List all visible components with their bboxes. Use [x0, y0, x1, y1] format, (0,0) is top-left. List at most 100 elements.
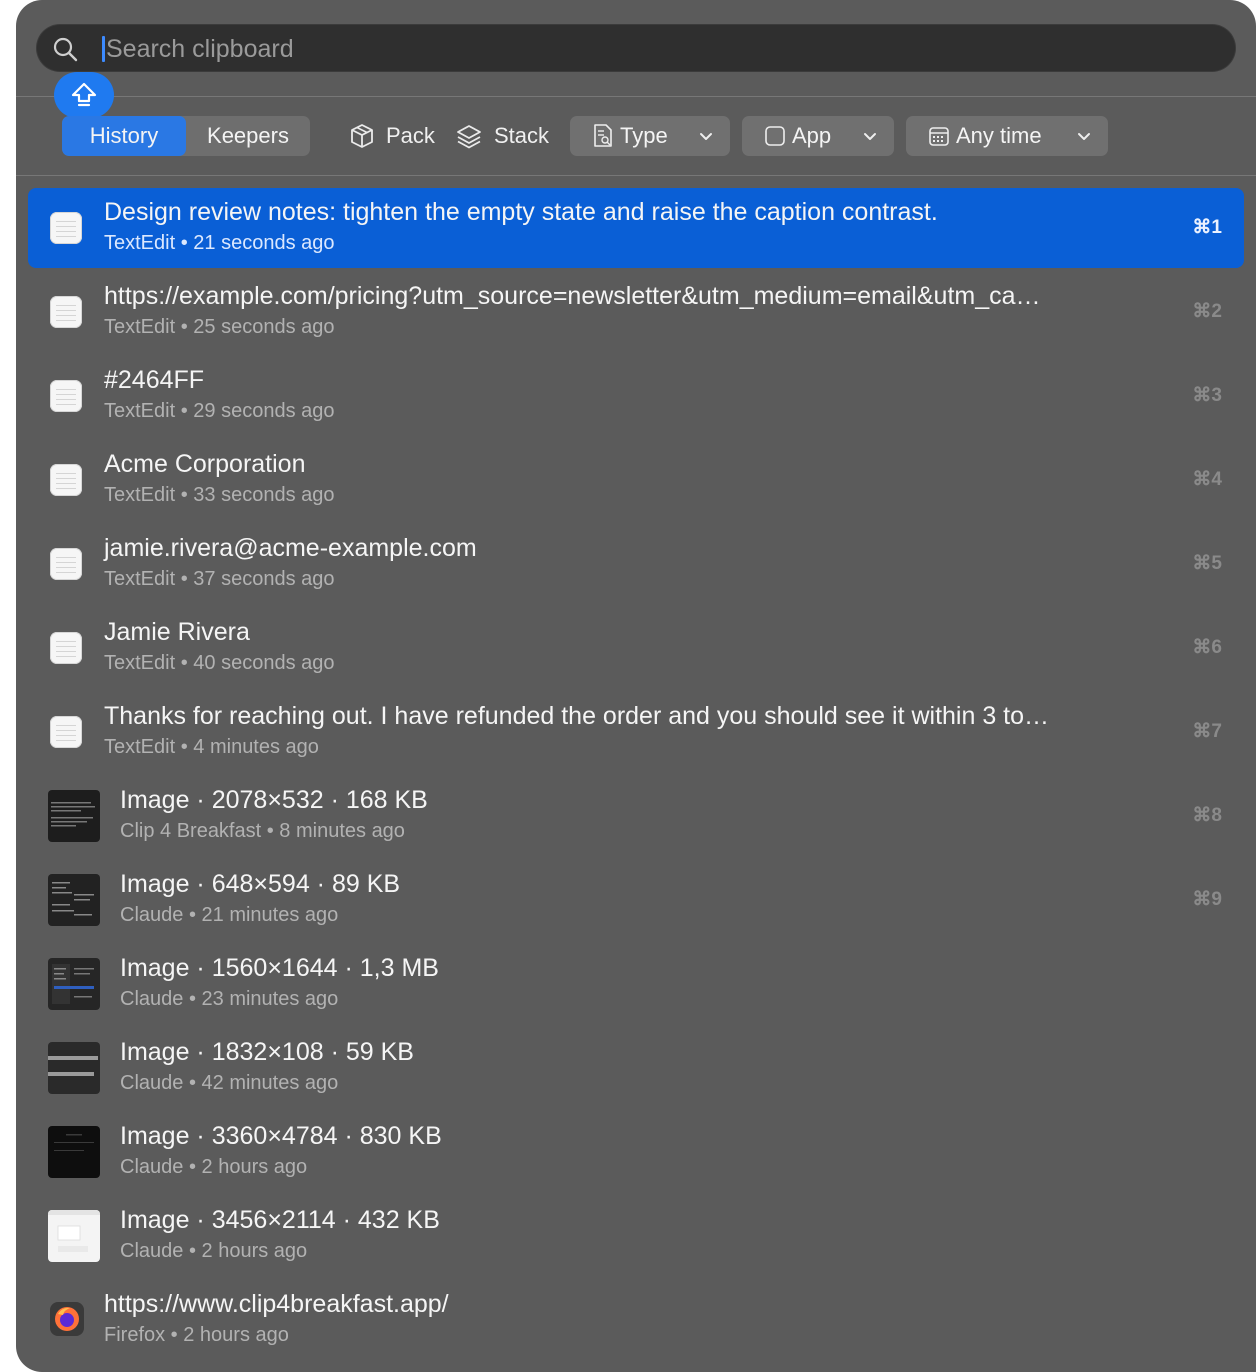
item-title: Jamie Rivera	[104, 618, 250, 646]
pack-button[interactable]: Pack	[350, 116, 435, 156]
item-meta: Claude • 2 hours ago	[120, 1156, 308, 1178]
item-app: TextEdit	[104, 316, 176, 338]
type-filter-label: Type	[620, 123, 668, 148]
clipboard-item[interactable]: Image · 1560×1644 · 1,3 MB Claude • 23 m…	[28, 944, 1244, 1024]
item-time: 40 seconds ago	[193, 652, 335, 674]
item-app: TextEdit	[104, 400, 176, 422]
view-segmented-control: History Keepers	[62, 116, 310, 156]
item-time: 42 minutes ago	[201, 1072, 339, 1094]
clipboard-item[interactable]: Image · 1832×108 · 59 KB Claude • 42 min…	[28, 1028, 1244, 1108]
item-shortcut: ⌘7	[1192, 721, 1222, 742]
item-app: Claude	[120, 988, 184, 1010]
search-bar[interactable]	[36, 24, 1236, 72]
item-app: Firefox	[104, 1324, 166, 1346]
time-filter-label: Any time	[956, 123, 1042, 148]
item-meta: TextEdit • 33 seconds ago	[104, 484, 335, 506]
image-thumbnail	[48, 1042, 100, 1094]
item-meta: TextEdit • 25 seconds ago	[104, 316, 335, 338]
item-time: 8 minutes ago	[279, 820, 405, 842]
item-shortcut: ⌘6	[1192, 637, 1222, 658]
item-meta: TextEdit • 40 seconds ago	[104, 652, 335, 674]
item-app: TextEdit	[104, 232, 176, 254]
item-title: Image · 1832×108 · 59 KB	[120, 1038, 414, 1066]
app-filter-label: App	[792, 123, 832, 148]
item-title: Image · 1560×1644 · 1,3 MB	[120, 954, 439, 982]
item-meta: Claude • 21 minutes ago	[120, 904, 339, 926]
item-shortcut: ⌘1	[1192, 217, 1222, 238]
item-title: Image · 648×594 · 89 KB	[120, 870, 401, 898]
item-title: Image · 3456×2114 · 432 KB	[120, 1206, 440, 1234]
clipboard-window: History Keepers Pack Stack	[16, 0, 1256, 1372]
shift-icon	[71, 82, 97, 107]
item-title: https://www.clip4breakfast.app/	[104, 1290, 449, 1318]
item-title: Image · 3360×4784 · 830 KB	[120, 1122, 442, 1150]
tab-keepers[interactable]: Keepers	[186, 116, 310, 156]
clipboard-item[interactable]: Design review notes: tighten the empty s…	[28, 188, 1244, 268]
textedit-app-icon	[50, 296, 82, 328]
item-shortcut: ⌘3	[1192, 385, 1222, 406]
chevron-down-icon	[864, 133, 876, 140]
textedit-app-icon	[50, 212, 82, 244]
item-time: 2 hours ago	[183, 1324, 289, 1346]
chevron-down-icon	[700, 133, 712, 140]
item-app: Claude	[120, 1156, 184, 1178]
item-meta: Firefox • 2 hours ago	[104, 1324, 289, 1346]
shift-button[interactable]	[54, 72, 114, 118]
type-filter-dropdown[interactable]: Type	[570, 116, 730, 156]
app-square-icon	[765, 126, 785, 146]
image-thumbnail	[48, 1210, 100, 1262]
item-time: 29 seconds ago	[193, 400, 335, 422]
item-time: 23 minutes ago	[201, 988, 339, 1010]
item-time: 25 seconds ago	[193, 316, 335, 338]
clipboard-item[interactable]: https://www.clip4breakfast.app/ Firefox …	[28, 1280, 1244, 1360]
cube-icon	[351, 124, 373, 148]
item-meta: TextEdit • 37 seconds ago	[104, 568, 335, 590]
clipboard-item[interactable]: Thanks for reaching out. I have refunded…	[28, 692, 1244, 772]
clipboard-item[interactable]: jamie.rivera@acme-example.com TextEdit •…	[28, 524, 1244, 604]
clipboard-item[interactable]: https://example.com/pricing?utm_source=n…	[28, 272, 1244, 352]
textedit-app-icon	[50, 380, 82, 412]
item-time: 21 minutes ago	[201, 904, 339, 926]
firefox-icon	[50, 1302, 84, 1336]
pack-label: Pack	[386, 123, 435, 148]
item-meta: Claude • 23 minutes ago	[120, 988, 339, 1010]
item-app: TextEdit	[104, 568, 176, 590]
app-filter-dropdown[interactable]: App	[742, 116, 894, 156]
clipboard-item[interactable]: Jamie Rivera TextEdit • 40 seconds ago ⌘…	[28, 608, 1244, 688]
item-shortcut: ⌘2	[1192, 301, 1222, 322]
item-shortcut: ⌘8	[1192, 805, 1222, 826]
search-input[interactable]	[104, 30, 1208, 68]
item-title: Acme Corporation	[104, 450, 306, 478]
item-meta: Clip 4 Breakfast • 8 minutes ago	[120, 820, 405, 842]
item-app: Claude	[120, 904, 184, 926]
clipboard-item[interactable]: Image · 2078×532 · 168 KB Clip 4 Breakfa…	[28, 776, 1244, 856]
item-app: TextEdit	[104, 736, 176, 758]
search-icon	[53, 37, 78, 62]
image-thumbnail	[48, 1126, 100, 1178]
stack-label: Stack	[494, 123, 550, 148]
calendar-icon	[929, 127, 949, 146]
clipboard-item[interactable]: Image · 648×594 · 89 KB Claude • 21 minu…	[28, 860, 1244, 940]
stack-button[interactable]: Stack	[456, 116, 549, 156]
textedit-app-icon	[50, 632, 82, 664]
item-title: Image · 2078×532 · 168 KB	[120, 786, 428, 814]
item-meta: TextEdit • 4 minutes ago	[104, 736, 319, 758]
tab-history[interactable]: History	[62, 116, 186, 156]
clipboard-item[interactable]: Acme Corporation TextEdit • 33 seconds a…	[28, 440, 1244, 520]
item-title: https://example.com/pricing?utm_source=n…	[104, 282, 1041, 310]
item-app: Claude	[120, 1240, 184, 1262]
item-app: Clip 4 Breakfast	[120, 820, 262, 842]
item-time: 33 seconds ago	[193, 484, 335, 506]
chevron-down-icon	[1078, 133, 1090, 140]
image-thumbnail	[48, 790, 100, 842]
clipboard-item[interactable]: Image · 3456×2114 · 432 KB Claude • 2 ho…	[28, 1196, 1244, 1276]
clipboard-item[interactable]: #2464FF TextEdit • 29 seconds ago ⌘3	[28, 356, 1244, 436]
time-filter-dropdown[interactable]: Any time	[906, 116, 1108, 156]
divider	[16, 96, 1256, 97]
document-search-icon	[594, 124, 612, 147]
clipboard-item[interactable]: Image · 3360×4784 · 830 KB Claude • 2 ho…	[28, 1112, 1244, 1192]
item-title: Thanks for reaching out. I have refunded…	[104, 702, 1050, 730]
item-meta: Claude • 2 hours ago	[120, 1240, 308, 1262]
item-time: 4 minutes ago	[193, 736, 319, 758]
item-shortcut: ⌘5	[1192, 553, 1222, 574]
